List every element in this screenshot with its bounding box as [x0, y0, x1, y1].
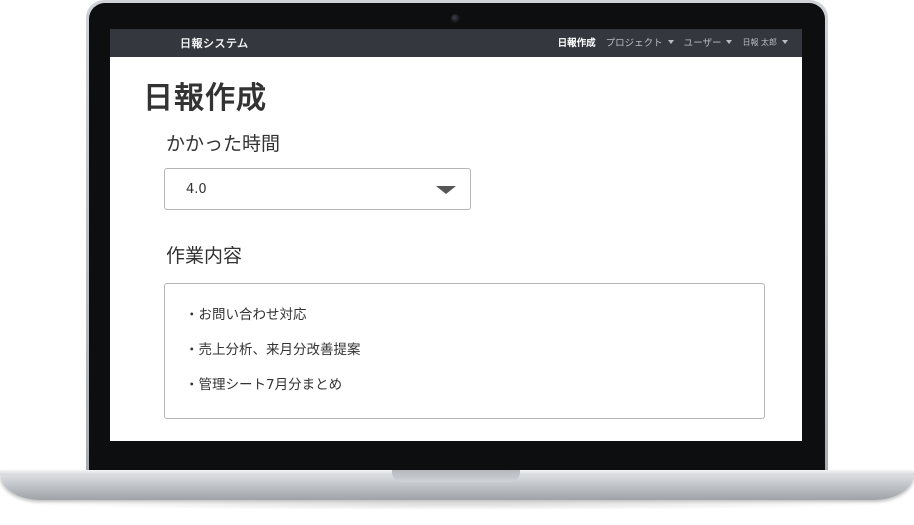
nav-menu: 日報作成 プロジェクト ユーザー 日報 太郎 [558, 35, 788, 49]
brand-link[interactable]: 日報システム [180, 35, 249, 51]
nav-item-report-create[interactable]: 日報作成 [558, 35, 596, 49]
nav-item-label: プロジェクト [605, 38, 663, 49]
laptop-shadow [30, 500, 884, 510]
nav-item-label: ユーザー [683, 38, 722, 49]
nav-item-users[interactable]: ユーザー [684, 35, 733, 49]
camera-icon [451, 14, 460, 23]
laptop-notch [392, 470, 520, 482]
page-title: 日報作成 [143, 81, 267, 116]
dropdown-arrow-icon [436, 186, 456, 194]
nav-item-projects[interactable]: プロジェクト [606, 35, 674, 49]
caret-down-icon [726, 40, 733, 44]
nav-item-label: 日報 太郎 [742, 37, 777, 47]
content-label: 作業内容 [166, 245, 243, 267]
caret-down-icon [667, 40, 674, 44]
content-line: ・管理シート7月分まとめ [185, 377, 343, 393]
time-label: かかった時間 [166, 133, 281, 155]
caret-down-icon [782, 40, 788, 44]
navbar: 日報システム 日報作成 プロジェクト ユーザー 日報 太郎 [110, 29, 802, 57]
content-textarea[interactable]: ・お問い合わせ対応 ・売上分析、来月分改善提案 ・管理シート7月分まとめ [164, 283, 765, 419]
nav-item-label: 日報作成 [557, 38, 596, 49]
screen: 日報システム 日報作成 プロジェクト ユーザー 日報 太郎 日報作成 かかった時… [110, 29, 802, 441]
time-select-value: 4.0 [186, 182, 207, 197]
nav-item-user-account[interactable]: 日報 太郎 [742, 37, 788, 48]
content-line: ・売上分析、来月分改善提案 [185, 342, 361, 358]
content-line: ・お問い合わせ対応 [185, 307, 307, 323]
laptop-mockup: 日報システム 日報作成 プロジェクト ユーザー 日報 太郎 日報作成 かかった時… [0, 0, 914, 525]
time-select[interactable]: 4.0 [164, 168, 471, 210]
